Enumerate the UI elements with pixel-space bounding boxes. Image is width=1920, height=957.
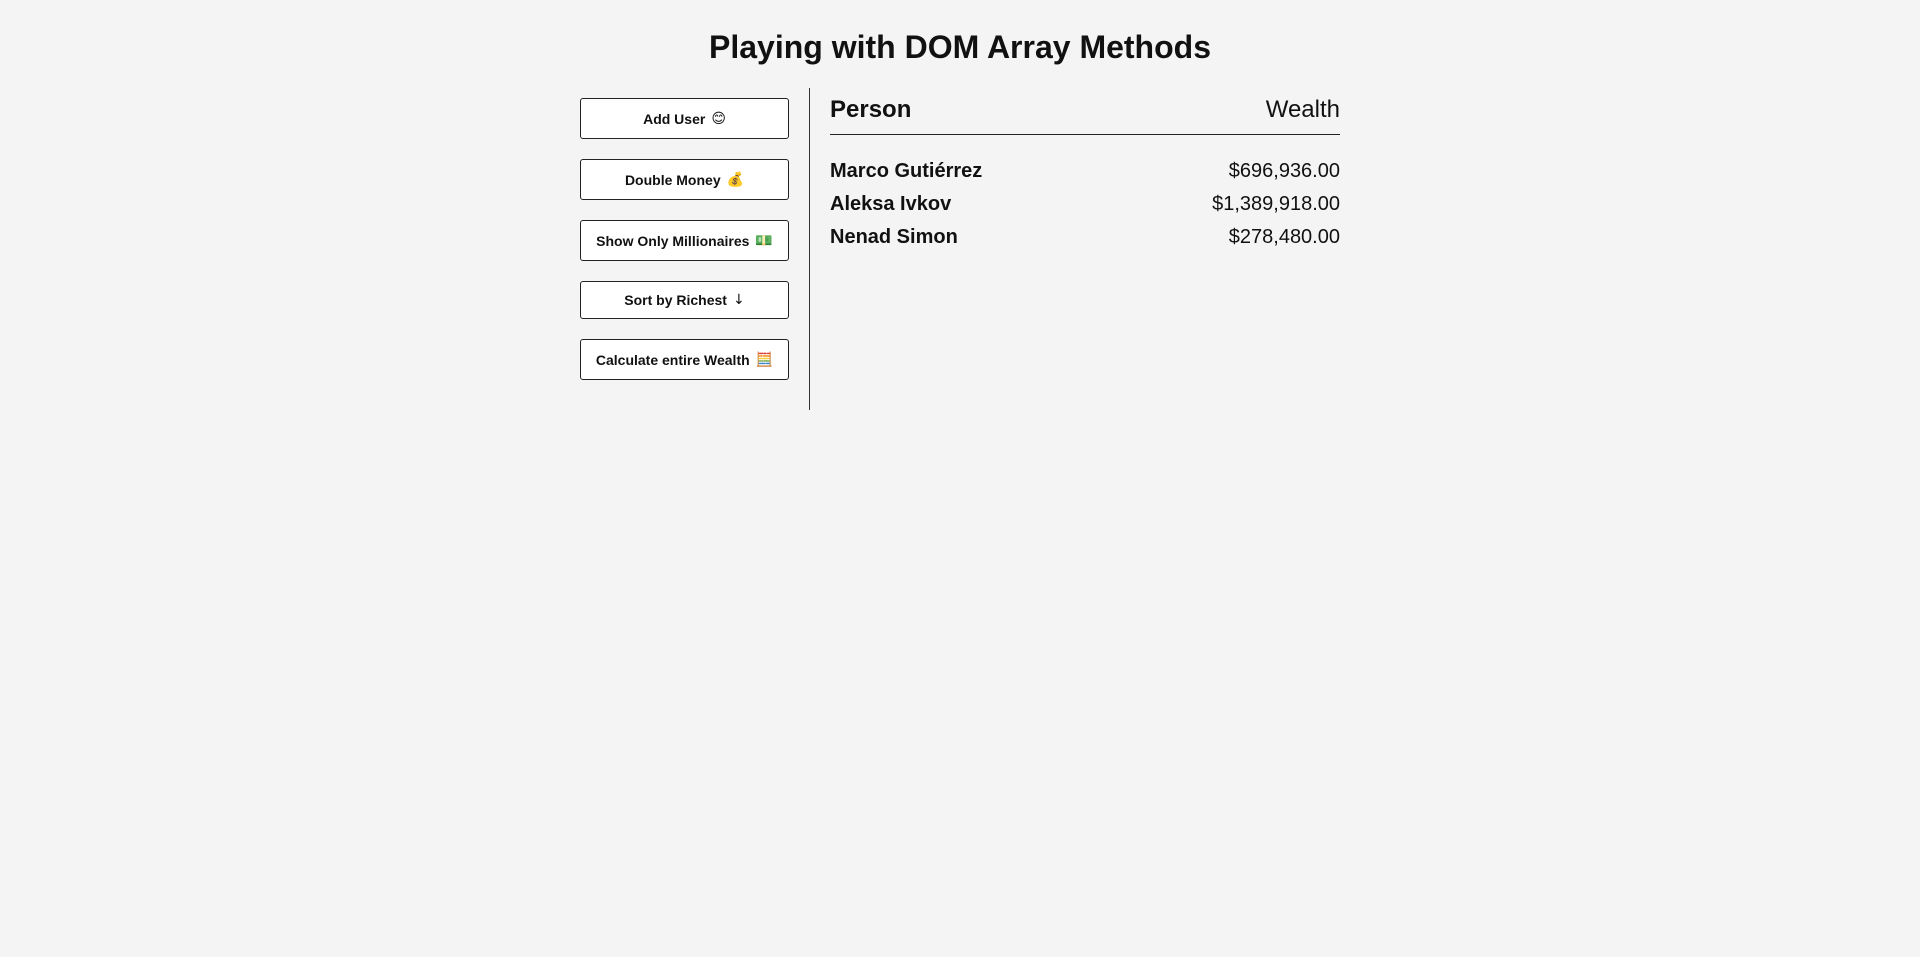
sort-by-richest-button[interactable]: Sort by Richest ↓ — [580, 281, 789, 319]
double-money-button[interactable]: Double Money 💰 — [580, 159, 789, 200]
sort-by-richest-button-label: Sort by Richest — [624, 292, 727, 308]
person-name: Aleksa Ivkov — [830, 193, 952, 215]
wealth-table: Person Wealth Marco Gutiérrez $696,936.0… — [830, 88, 1340, 254]
person-wealth: $696,936.00 — [1228, 160, 1340, 182]
table-row: Aleksa Ivkov $1,389,918.00 — [830, 188, 1340, 221]
page-title: Playing with DOM Array Methods — [709, 29, 1211, 65]
person-wealth: $1,389,918.00 — [1212, 193, 1340, 215]
abacus-icon: 🧮 — [755, 351, 774, 368]
person-column-header: Person — [830, 96, 912, 123]
person-name: Nenad Simon — [830, 226, 958, 248]
show-millionaires-button-label: Show Only Millionaires — [596, 232, 750, 249]
person-name: Marco Gutiérrez — [830, 160, 983, 182]
calculate-wealth-button[interactable]: Calculate entire Wealth 🧮 — [580, 339, 789, 380]
arrow-down-icon: ↓ — [732, 292, 745, 308]
double-money-button-label: Double Money — [624, 171, 721, 188]
sidebar: Add User 😊 Double Money 💰 Show Only Mill… — [580, 88, 810, 410]
smiling-face-icon: 😊 — [711, 110, 726, 127]
add-user-button-label: Add User — [643, 110, 706, 127]
show-millionaires-button[interactable]: Show Only Millionaires 💵 — [580, 220, 789, 261]
table-header: Person Wealth — [830, 88, 1340, 135]
add-user-button[interactable]: Add User 😊 — [580, 98, 789, 139]
app-container: Add User 😊 Double Money 💰 Show Only Mill… — [580, 88, 1340, 410]
wealth-column-header: Wealth — [1265, 96, 1340, 123]
table-rows: Marco Gutiérrez $696,936.00 Aleksa Ivkov… — [830, 155, 1340, 254]
banknote-icon: 💵 — [755, 232, 773, 249]
person-wealth: $278,480.00 — [1228, 226, 1340, 248]
table-row: Marco Gutiérrez $696,936.00 — [830, 155, 1340, 188]
table-row: Nenad Simon $278,480.00 — [830, 221, 1340, 254]
money-bag-icon: 💰 — [726, 171, 745, 188]
calculate-wealth-button-label: Calculate entire Wealth — [595, 351, 750, 368]
